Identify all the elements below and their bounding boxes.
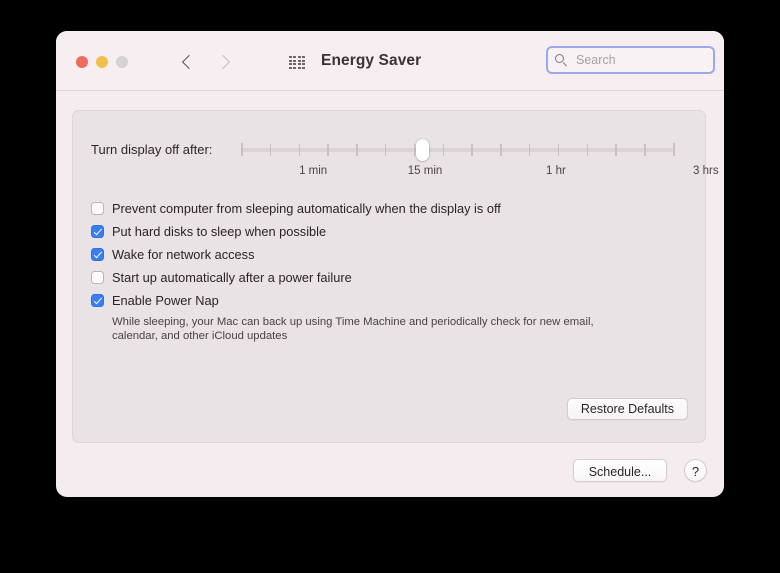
checkbox-row-wake-for-network[interactable]: Wake for network access bbox=[91, 245, 691, 268]
minimize-button[interactable] bbox=[96, 56, 108, 68]
display-sleep-slider[interactable]: 1 min15 min1 hr3 hrsNever bbox=[241, 133, 719, 183]
traffic-lights bbox=[76, 56, 128, 68]
slider-tick bbox=[442, 144, 445, 156]
slider-tick-label-2: 1 hr bbox=[546, 165, 566, 177]
slider-tick bbox=[528, 144, 531, 156]
checkbox-row-prevent-sleep[interactable]: Prevent computer from sleeping automatic… bbox=[91, 199, 691, 222]
slider-tick-label-3: 3 hrs bbox=[693, 165, 719, 177]
chevron-left-icon bbox=[181, 54, 197, 70]
settings-panel: Turn display off after: 1 min 15 min 1 hr 3… bbox=[72, 110, 719, 443]
checkbox-label-enable-power-nap: Enable Power Nap bbox=[112, 293, 219, 308]
display-sleep-slider-row: Turn display off after: 1 min 15 min 1 hr 3… bbox=[73, 133, 719, 183]
slider-tick bbox=[557, 144, 560, 156]
checkbox-label-startup-after-power-failure: Start up automatically after a power fai… bbox=[112, 270, 352, 285]
checkbox-label-hard-disk-sleep: Put hard disks to sleep when possible bbox=[112, 224, 327, 239]
window-titlebar: Energy Saver bbox=[56, 31, 724, 91]
energy-saver-window: Energy Saver Turn display off after: 1 m… bbox=[56, 31, 724, 497]
slider-tick bbox=[269, 144, 272, 156]
slider-tick-label-0: 1 min bbox=[299, 165, 328, 177]
slider-tick bbox=[500, 144, 502, 156]
help-button[interactable]: ? bbox=[684, 459, 707, 482]
close-button[interactable] bbox=[76, 56, 88, 68]
slider-tick bbox=[384, 144, 387, 156]
slider-tick bbox=[615, 144, 617, 156]
display-sleep-label: Turn display off after: bbox=[91, 142, 213, 157]
slider-tick bbox=[298, 144, 301, 156]
back-button[interactable] bbox=[178, 51, 200, 73]
forward-button[interactable] bbox=[212, 51, 234, 73]
slider-tick bbox=[241, 143, 243, 156]
chevron-right-icon bbox=[215, 54, 231, 70]
slider-thumb[interactable] bbox=[416, 139, 430, 161]
checkbox-wake-for-network[interactable] bbox=[91, 248, 104, 261]
restore-defaults-button[interactable]: Restore Defaults bbox=[566, 398, 688, 420]
slider-tick-label-1: 15 min bbox=[407, 165, 443, 177]
slider-tick bbox=[586, 144, 589, 156]
search-input[interactable] bbox=[574, 52, 698, 68]
slider-tick bbox=[327, 144, 329, 156]
checkbox-label-wake-for-network: Wake for network access bbox=[112, 247, 255, 262]
slider-tick bbox=[356, 144, 358, 156]
grid-view-icon[interactable] bbox=[289, 56, 305, 69]
checkbox-prevent-sleep[interactable] bbox=[91, 202, 104, 215]
checkbox-row-startup-after-power-failure[interactable]: Start up automatically after a power fai… bbox=[91, 268, 691, 291]
checkbox-row-enable-power-nap[interactable]: Enable Power Nap bbox=[91, 291, 691, 314]
checkbox-hard-disk-sleep[interactable] bbox=[91, 225, 104, 238]
energy-options-list: Prevent computer from sleeping automatic… bbox=[91, 199, 691, 343]
slider-track[interactable] bbox=[241, 148, 673, 152]
slider-tick bbox=[673, 143, 675, 156]
search-icon bbox=[555, 53, 568, 67]
checkbox-row-hard-disk-sleep[interactable]: Put hard disks to sleep when possible bbox=[91, 222, 691, 245]
power-nap-description: While sleeping, your Mac can back up usi… bbox=[112, 316, 594, 342]
slider-tick bbox=[413, 144, 416, 156]
slider-tick bbox=[471, 144, 473, 156]
schedule-button[interactable]: Schedule... bbox=[573, 459, 667, 482]
checkbox-label-prevent-sleep: Prevent computer from sleeping automatic… bbox=[112, 201, 501, 216]
checkbox-startup-after-power-failure[interactable] bbox=[91, 271, 104, 284]
window-title: Energy Saver bbox=[321, 52, 422, 69]
checkbox-enable-power-nap[interactable] bbox=[91, 294, 104, 307]
zoom-button[interactable] bbox=[116, 56, 128, 68]
search-field[interactable] bbox=[546, 46, 715, 74]
slider-tick bbox=[644, 144, 646, 156]
